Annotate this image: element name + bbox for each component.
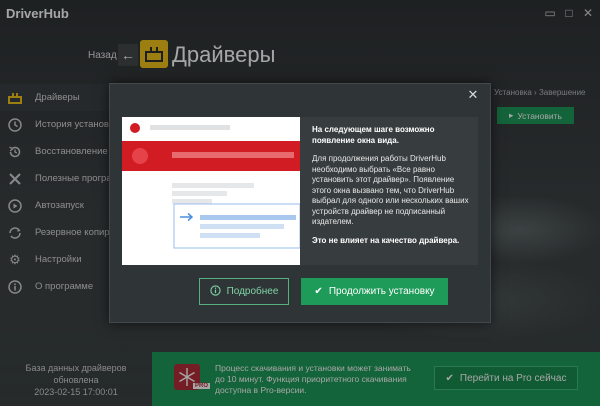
dialog-paragraph: Для продолжения работы DriverHub необход…	[312, 154, 469, 226]
dialog-heading: На следующем шаге возможно появление окн…	[312, 125, 435, 145]
more-info-button[interactable]: Подробнее	[199, 278, 289, 305]
continue-install-button[interactable]: ✔ Продолжить установку	[301, 278, 448, 305]
dialog-note: Это не влияет на качество драйвера.	[312, 235, 460, 245]
close-icon[interactable]: ✕	[466, 88, 480, 102]
more-info-label: Подробнее	[226, 286, 279, 297]
info-icon	[209, 284, 221, 299]
dialog-text: На следующем шаге возможно появление окн…	[312, 125, 472, 254]
dialog-body: На следующем шаге возможно появление окн…	[122, 117, 478, 265]
continue-install-label: Продолжить установку	[328, 286, 435, 297]
warning-window-illustration	[122, 117, 300, 265]
unsigned-driver-dialog: ✕ На следующем шаге возможно появление о…	[109, 83, 491, 323]
check-icon: ✔	[314, 286, 323, 297]
